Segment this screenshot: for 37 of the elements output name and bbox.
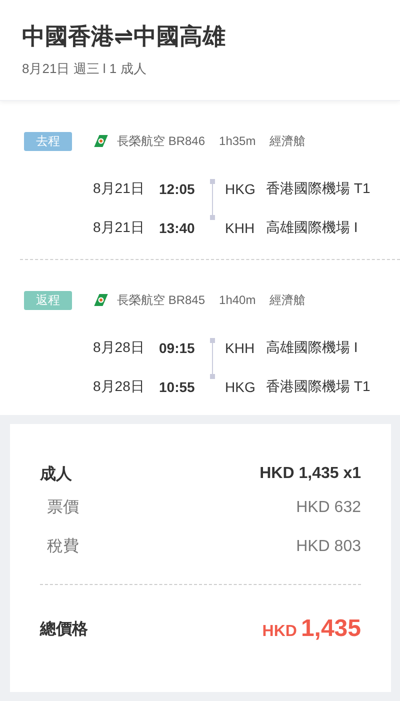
- price-item-label: 票價: [46, 498, 79, 518]
- cabin-class: 經濟艙: [270, 132, 306, 150]
- passenger-price: HKD 1,435 x1: [260, 465, 361, 483]
- flight-date: 8月28日: [93, 378, 146, 396]
- flight-time: 10:55: [159, 378, 196, 394]
- price-item-label: 稅費: [46, 536, 79, 557]
- cabin-class: 經濟艙: [270, 292, 306, 308]
- airline-logo-icon: [94, 135, 108, 147]
- airport-name: 高雄國際機場 I: [266, 338, 358, 356]
- airport-code: KHH: [225, 220, 256, 236]
- flight-time: 09:15: [159, 340, 196, 356]
- total-amount: 1,435: [300, 615, 361, 643]
- airport-name: 高雄國際機場 I: [266, 218, 358, 236]
- flight-date: 8月28日: [93, 338, 146, 356]
- leg-badge: 去程: [24, 132, 72, 150]
- airport-name: 香港國際機場 T1: [266, 378, 370, 396]
- total-currency: HKD: [262, 623, 297, 641]
- airport-code: HKG: [225, 180, 256, 196]
- flight-airline: 長榮航空 BR846: [117, 132, 206, 150]
- airport-name: 香港國際機場 T1: [266, 180, 370, 198]
- leg-badge: 返程: [24, 290, 72, 310]
- trip-summary: 8月21日 週三 l 1 成人: [22, 60, 148, 78]
- price-item-amount: HKD 803: [296, 538, 361, 556]
- airline-logo-icon: [94, 294, 108, 306]
- airport-code: HKG: [225, 378, 256, 394]
- flight-airline: 長榮航空 BR845: [117, 292, 206, 308]
- flight-date: 8月21日: [93, 180, 146, 198]
- flight-duration: 1h35m: [219, 134, 256, 148]
- total-label: 總價格: [40, 620, 88, 640]
- flight-time: 12:05: [159, 180, 196, 196]
- airport-code: KHH: [225, 340, 256, 356]
- route-title: 中國香港⇌中國高雄: [22, 22, 226, 51]
- passenger-type: 成人: [40, 464, 72, 484]
- flight-time: 13:40: [159, 220, 196, 236]
- flight-date: 8月21日: [93, 218, 146, 236]
- flight-duration: 1h40m: [219, 293, 256, 307]
- price-item-amount: HKD 632: [296, 498, 361, 516]
